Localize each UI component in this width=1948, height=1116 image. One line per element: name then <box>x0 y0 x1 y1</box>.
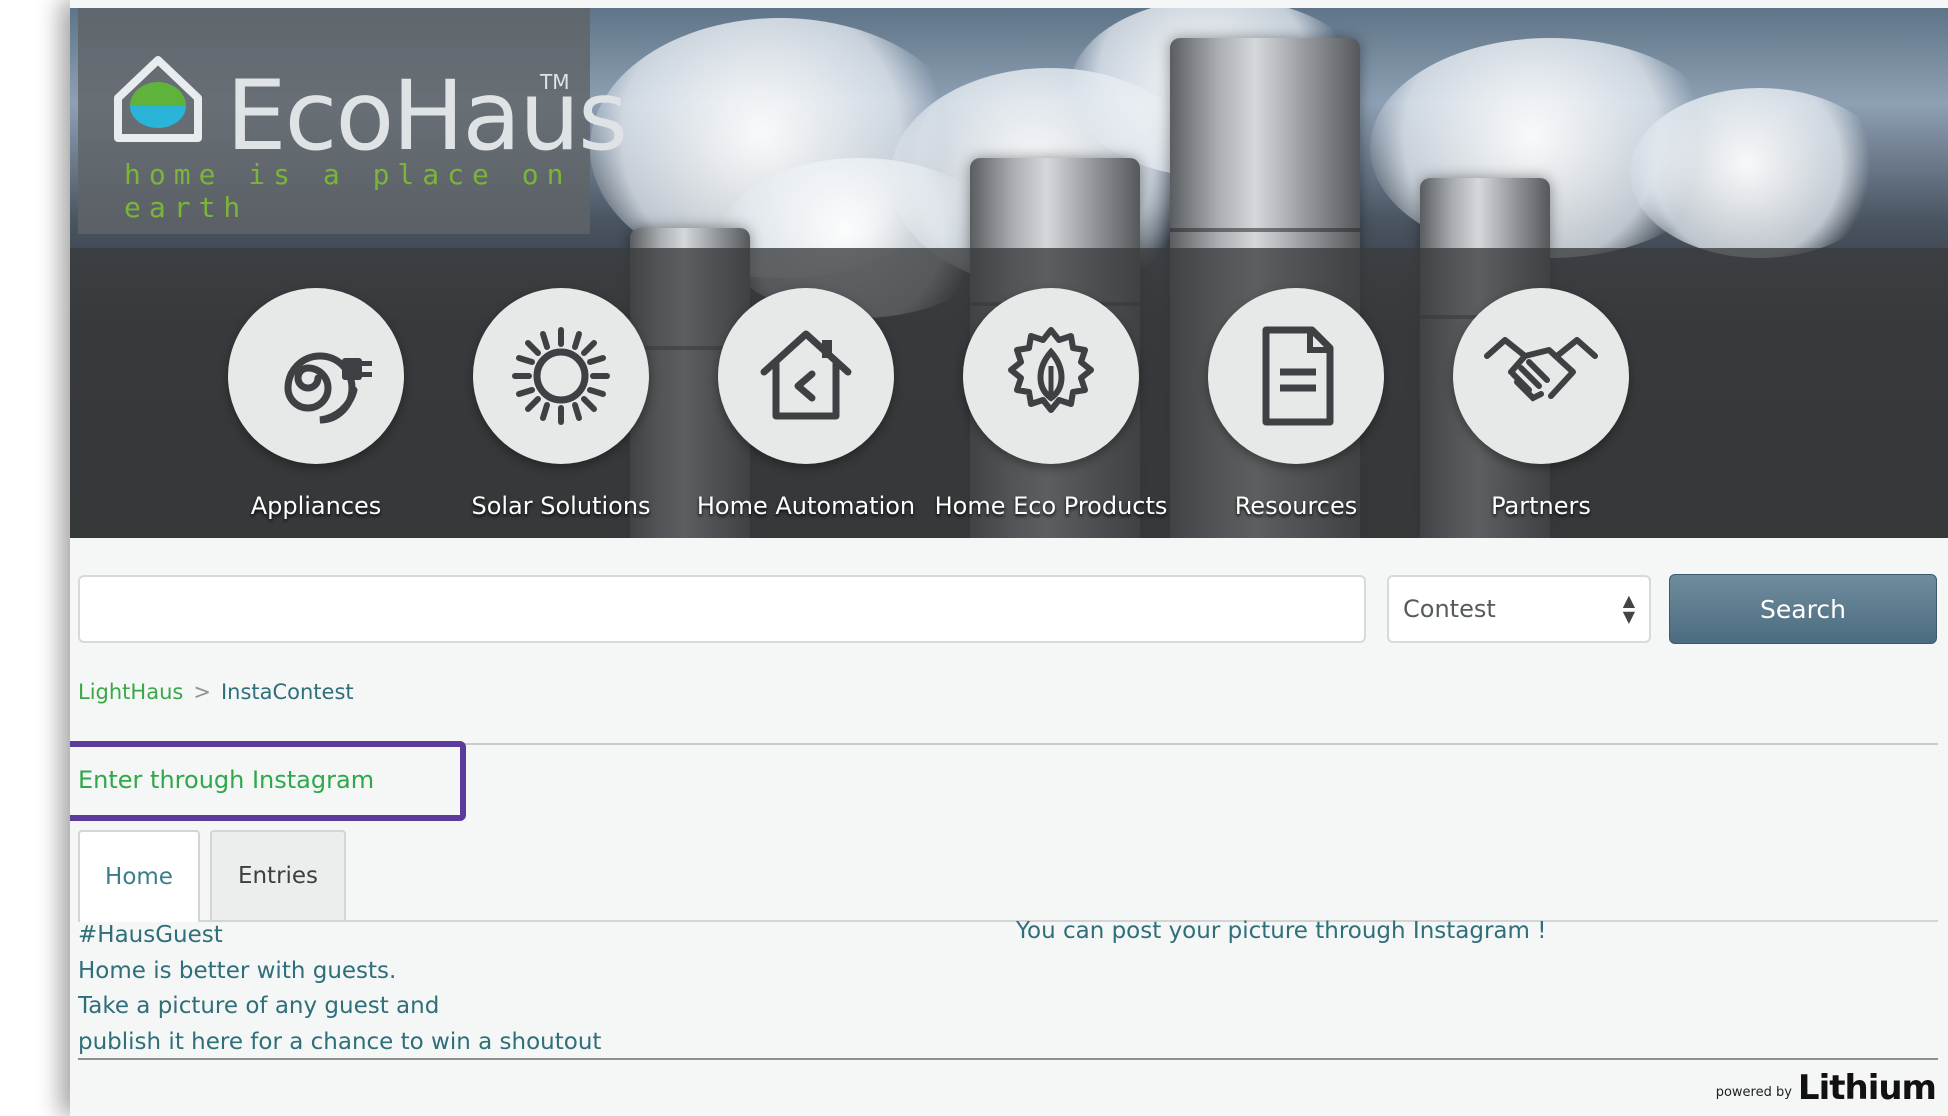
nav-label: Partners <box>1491 492 1591 520</box>
nav-label: Home Automation <box>696 492 916 520</box>
nav-label: Appliances <box>250 492 382 520</box>
description-line: Take a picture of any guest and <box>78 993 440 1019</box>
tab-home[interactable]: Home <box>78 830 200 922</box>
instagram-note: You can post your picture through Instag… <box>1016 918 1547 944</box>
lithium-logo: Lithium <box>1797 1068 1937 1108</box>
nav-item-appliances[interactable]: Appliances <box>196 288 436 528</box>
breadcrumb-link-lighthaus[interactable]: LightHaus <box>78 680 183 704</box>
search-button[interactable]: Search <box>1669 574 1937 644</box>
nav-item-resources[interactable]: Resources <box>1176 288 1416 528</box>
footer-divider <box>78 1058 1938 1060</box>
tab-entries[interactable]: Entries <box>210 830 346 920</box>
eco-leaf-gear-icon <box>1008 327 1094 413</box>
breadcrumb-current: InstaContest <box>220 680 354 704</box>
hero-banner: EcoHaus TM home is a place on earth Appl… <box>70 8 1948 538</box>
description-line: Home is better with guests. <box>78 957 397 984</box>
nav-label: Home Eco Products <box>934 492 1168 520</box>
page: EcoHaus TM home is a place on earth Appl… <box>70 0 1948 1116</box>
powered-by-badge[interactable]: powered by Lithium <box>1715 1068 1937 1108</box>
smart-home-icon <box>760 330 852 420</box>
nav-label: Resources <box>1234 492 1358 520</box>
logo-tagline: home is a place on earth <box>124 158 572 224</box>
eco-home-logo-icon <box>114 56 202 142</box>
highlight-box <box>70 741 466 821</box>
trademark-mark: TM <box>540 70 570 94</box>
plug-cord-icon <box>284 352 372 424</box>
select-arrows-icon: ▲ ▼ <box>1622 591 1635 626</box>
nav-item-home-automation[interactable]: Home Automation <box>686 288 926 528</box>
nav-item-solar-solutions[interactable]: Solar Solutions <box>441 288 681 528</box>
sun-icon <box>512 327 610 425</box>
logo[interactable]: EcoHaus TM home is a place on earth <box>78 8 628 234</box>
search-scope-value: Contest <box>1403 595 1496 623</box>
breadcrumb-separator-icon: > <box>193 680 211 704</box>
nav-item-home-eco-products[interactable]: Home Eco Products <box>931 288 1171 528</box>
powered-by-text: powered by <box>1715 1085 1792 1100</box>
search-input[interactable] <box>78 575 1366 643</box>
nav-label: Solar Solutions <box>471 492 651 520</box>
hashtag-text: #HausGuest <box>78 922 223 948</box>
handshake-icon <box>1484 337 1598 402</box>
breadcrumb: LightHaus > InstaContest <box>78 680 354 704</box>
document-icon <box>1262 326 1334 426</box>
contest-description: #HausGuest Home is better with guests. T… <box>78 918 601 1060</box>
description-line: publish it here for a chance to win a sh… <box>78 1028 602 1055</box>
search-scope-select[interactable]: Contest ▲ ▼ <box>1387 575 1651 643</box>
nav-item-partners[interactable]: Partners <box>1421 288 1661 528</box>
